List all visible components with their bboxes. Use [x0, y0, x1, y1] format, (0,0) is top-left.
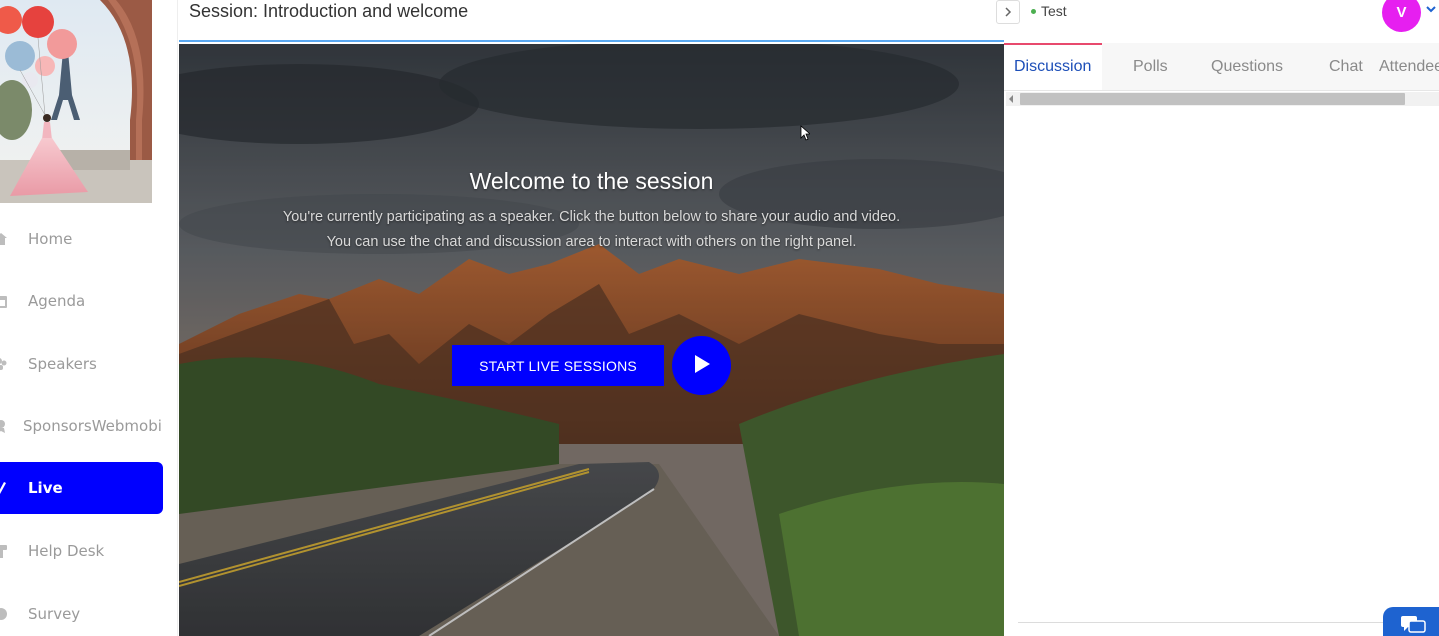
sidebar-item-help-desk[interactable]: Help Desk [0, 525, 163, 577]
chevron-down-icon[interactable] [1425, 3, 1437, 15]
home-icon [0, 231, 8, 247]
sponsors-icon [0, 418, 8, 434]
mouse-cursor-icon [800, 125, 810, 141]
sidebar-item-sponsors[interactable]: SponsorsWebmobi [0, 400, 163, 452]
sidebar-item-live[interactable]: Live [0, 462, 163, 514]
room-status: Test [1031, 3, 1067, 19]
sidebar-item-label: Help Desk [28, 542, 105, 560]
sidebar-item-agenda[interactable]: Agenda [0, 275, 163, 327]
survey-icon [0, 606, 8, 622]
sidebar: Home Agenda Speakers SponsorsWebmobi Liv… [0, 0, 178, 636]
collapse-panel-button[interactable] [996, 0, 1020, 24]
welcome-title: Welcome to the session [469, 168, 714, 194]
welcome-description-line: You can use the chat and discussion area… [326, 234, 857, 250]
sidebar-item-speakers[interactable]: Speakers [0, 338, 163, 390]
event-banner-image [0, 0, 152, 203]
speakers-icon [0, 356, 8, 372]
stage-overlay [179, 44, 1004, 636]
scrollbar-thumb[interactable] [1020, 93, 1405, 105]
live-icon [0, 480, 8, 496]
sidebar-item-survey[interactable]: Survey [0, 588, 163, 636]
play-icon [692, 353, 712, 378]
scroll-left-arrow-icon[interactable] [1009, 95, 1013, 103]
session-header: Session: Introduction and welcome [179, 0, 1004, 42]
sidebar-item-label: Live [28, 479, 63, 497]
calendar-icon [0, 293, 8, 309]
panel-tabs: Discussion Polls Questions Chat Attendee… [1004, 43, 1439, 91]
play-button[interactable] [672, 336, 731, 395]
room-status-label: Test [1041, 3, 1067, 19]
sidebar-item-label: Survey [28, 605, 81, 623]
tab-questions[interactable]: Questions [1211, 43, 1283, 90]
help-desk-icon [0, 543, 8, 559]
sidebar-item-label: Home [28, 230, 73, 248]
live-stage: Welcome to the session You're currently … [179, 44, 1004, 636]
welcome-description-line: You're currently participating as a spea… [282, 209, 901, 225]
chat-widget-button[interactable] [1383, 607, 1439, 636]
sidebar-item-home[interactable]: Home [0, 213, 163, 265]
sidebar-item-label: Speakers [28, 355, 97, 373]
discussion-content [1006, 107, 1439, 622]
tab-chat[interactable]: Chat [1329, 43, 1363, 90]
divider [1018, 622, 1439, 623]
online-status-dot [1031, 8, 1036, 14]
tab-attendees[interactable]: Attendees [1379, 43, 1439, 90]
sidebar-item-label: Agenda [28, 292, 86, 310]
chat-bubbles-icon [1401, 616, 1426, 633]
start-live-sessions-button[interactable]: START LIVE SESSIONS [452, 345, 664, 386]
tab-polls[interactable]: Polls [1133, 43, 1168, 90]
page-title: Session: Introduction and welcome [189, 1, 469, 21]
tab-discussion[interactable]: Discussion [1004, 43, 1102, 90]
tabs-horizontal-scrollbar[interactable] [1006, 92, 1439, 106]
user-avatar[interactable]: V [1382, 0, 1421, 32]
sidebar-item-label: SponsorsWebmobi [23, 417, 162, 435]
chevron-right-icon [1005, 7, 1012, 17]
